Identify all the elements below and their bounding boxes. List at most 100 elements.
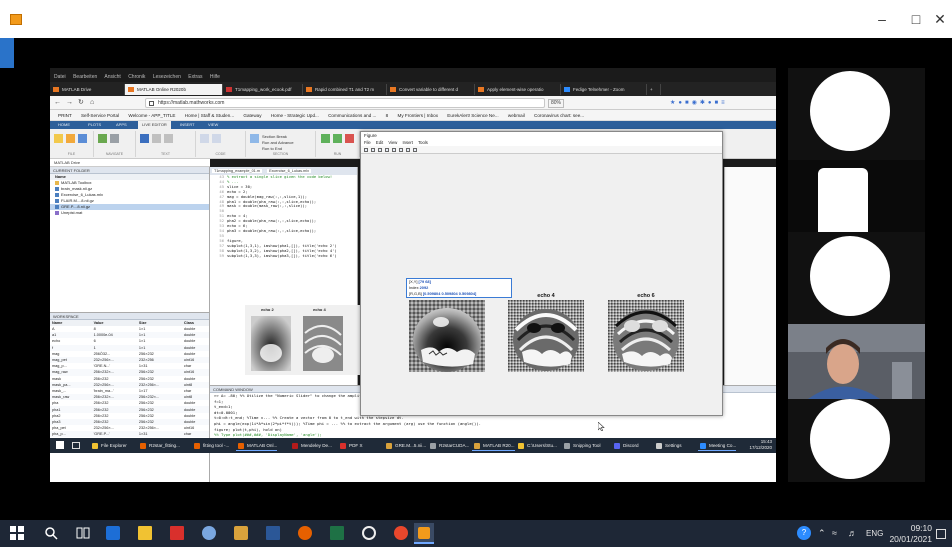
- menu-item[interactable]: Hilfe: [210, 74, 220, 80]
- menu-item[interactable]: Insert: [403, 140, 413, 145]
- browser-tab[interactable]: MATLAB Drive: [50, 84, 125, 95]
- maximize-button[interactable]: □: [906, 11, 926, 27]
- tab-view[interactable]: VIEW: [204, 121, 222, 129]
- insert-code-icon[interactable]: [200, 134, 209, 143]
- menu-item[interactable]: Chronik: [128, 74, 145, 80]
- menu-item[interactable]: View: [388, 140, 397, 145]
- phase-image-echo-6[interactable]: [608, 300, 684, 372]
- bookmark-item[interactable]: Gateway: [243, 113, 261, 118]
- new-tab-button[interactable]: +: [647, 84, 661, 95]
- go-to-icon[interactable]: [98, 134, 107, 143]
- taskbar-item[interactable]: MATLAB R20...: [472, 440, 515, 451]
- volume-icon[interactable]: ♬: [848, 528, 857, 539]
- tab-plots[interactable]: PLOTS: [84, 121, 105, 129]
- forward-arrow-icon[interactable]: →: [66, 98, 73, 108]
- open-file-icon[interactable]: [371, 148, 375, 152]
- menu-item[interactable]: Lesezeichen: [153, 74, 181, 80]
- taskbar-item[interactable]: Mendeley De...: [290, 440, 332, 451]
- home-icon[interactable]: ⌂: [90, 98, 94, 108]
- search-icon[interactable]: [44, 526, 58, 540]
- reload-icon[interactable]: ↻: [78, 98, 84, 108]
- taskbar-item[interactable]: File Explorer: [90, 440, 127, 451]
- tab-home[interactable]: HOME: [54, 121, 74, 129]
- minimize-button[interactable]: –: [872, 11, 892, 27]
- participant-tile[interactable]: [788, 232, 925, 324]
- menu-item[interactable]: File: [364, 140, 371, 145]
- taskbar-item[interactable]: R2star_fitting...: [138, 440, 180, 451]
- taskbar-item[interactable]: Discord: [612, 440, 639, 451]
- taskbar-item[interactable]: MATLAB Onl...: [236, 440, 278, 451]
- zoom-in-icon[interactable]: [392, 148, 396, 152]
- browser-tab[interactable]: Fedige Telnehmer - Zoom: [561, 84, 647, 95]
- participant-video-tile[interactable]: [788, 324, 925, 399]
- app-icon[interactable]: [394, 526, 408, 540]
- figure-window[interactable]: Figure File Edit View Insert Tools echo …: [360, 131, 723, 431]
- browser-tab-active[interactable]: MATLAB Online R2020b: [125, 84, 223, 95]
- browser-tab[interactable]: Convert variable to different d: [387, 84, 475, 95]
- current-folder-path[interactable]: MATLAB Drive: [50, 159, 210, 167]
- bookmark-item[interactable]: Home - Strategic Upd...: [271, 113, 319, 118]
- phase-image-echo-2[interactable]: [409, 300, 485, 372]
- system-clock[interactable]: 09:10 20/01/2021: [889, 523, 932, 545]
- excel-icon[interactable]: [330, 526, 344, 540]
- taskbar-item[interactable]: R2starCUDA...: [428, 440, 469, 451]
- bookmark-item[interactable]: 8: [386, 113, 389, 118]
- word-icon[interactable]: [266, 526, 280, 540]
- matlab-icon[interactable]: [234, 526, 248, 540]
- file-item[interactable]: Unepist.mat: [50, 210, 209, 216]
- taskbar-item[interactable]: C:\Users\Stu...: [516, 440, 557, 451]
- text-style-icon[interactable]: [140, 134, 149, 143]
- run-advance-label[interactable]: Run and Advance: [262, 140, 294, 145]
- taskbar-item[interactable]: fitting tool -...: [192, 440, 229, 451]
- tab-apps[interactable]: APPS: [112, 121, 131, 129]
- data-tip[interactable]: [X,Y] [79 68] Index 2092 [R,G,B] [0.5098…: [406, 278, 512, 298]
- run-section-icon[interactable]: [250, 134, 259, 143]
- stop-icon[interactable]: [345, 134, 354, 143]
- menu-item[interactable]: Datei: [54, 74, 66, 80]
- browser-tab[interactable]: T1mapping_work_ecook.pdf: [223, 84, 303, 95]
- zoom-taskbar-button[interactable]: [414, 523, 434, 544]
- save-figure-icon[interactable]: [378, 148, 382, 152]
- bookmark-item[interactable]: Home | Staff & Studen...: [185, 113, 234, 118]
- run-to-end-label[interactable]: Run to End: [262, 146, 282, 151]
- toolbar-icons[interactable]: ★●■◉✱●■≡: [670, 98, 728, 108]
- menu-item[interactable]: Bearbeiten: [73, 74, 97, 80]
- zoom-out-icon[interactable]: [399, 148, 403, 152]
- browser-tab[interactable]: Rapid combined T1 and T2 m: [303, 84, 387, 95]
- menu-item[interactable]: Tools: [418, 140, 428, 145]
- task-view-icon[interactable]: [76, 526, 90, 540]
- save-icon[interactable]: [78, 134, 87, 143]
- open-icon[interactable]: [66, 134, 75, 143]
- browser-tab[interactable]: Apply element-wise operatio: [475, 84, 561, 95]
- windows-start-icon[interactable]: [10, 526, 24, 540]
- editor-tab-active[interactable]: Excercise_6_Lukas.mlx: [267, 169, 311, 173]
- taskbar-item[interactable]: GRE.M...5.nii...: [384, 440, 426, 451]
- url-bar[interactable]: https://matlab.mathworks.com: [145, 98, 545, 108]
- menu-item[interactable]: Edit: [376, 140, 383, 145]
- bookmark-item[interactable]: PRINT: [58, 113, 72, 118]
- participant-tile[interactable]: [788, 160, 925, 232]
- participant-tile[interactable]: [788, 68, 925, 160]
- participant-tile[interactable]: [788, 399, 925, 482]
- firefox-icon[interactable]: [298, 526, 312, 540]
- code-lines[interactable]: 43% extract a single slice given the cod…: [210, 174, 358, 257]
- outlook-icon[interactable]: [106, 526, 120, 540]
- acrobat-icon[interactable]: [170, 526, 184, 540]
- data-cursor-icon[interactable]: [406, 148, 410, 152]
- back-arrow-icon[interactable]: ←: [54, 98, 61, 108]
- bookmark-item[interactable]: Coronavirus chart: see...: [534, 113, 584, 118]
- settings-icon[interactable]: [362, 526, 376, 540]
- find-icon[interactable]: [110, 134, 119, 143]
- notifications-icon[interactable]: [936, 529, 946, 539]
- bold-icon[interactable]: [152, 134, 161, 143]
- app-icon[interactable]: [202, 526, 216, 540]
- section-break-label[interactable]: Section Break: [262, 134, 287, 139]
- tab-insert[interactable]: INSERT: [176, 121, 199, 129]
- shared-screen[interactable]: Datei Bearbeiten Ansicht Chronik Lesezei…: [50, 68, 776, 482]
- bookmark-item[interactable]: Communications and ...: [328, 113, 376, 118]
- zoom-level-badge[interactable]: 80%: [548, 99, 565, 108]
- tab-live-editor[interactable]: LIVE EDITOR: [138, 121, 171, 129]
- phase-image-echo-4[interactable]: [508, 300, 584, 372]
- bookmark-item[interactable]: EurekAlert! Science Ne...: [447, 113, 498, 118]
- taskbar-item[interactable]: Snipping Tool: [562, 440, 601, 451]
